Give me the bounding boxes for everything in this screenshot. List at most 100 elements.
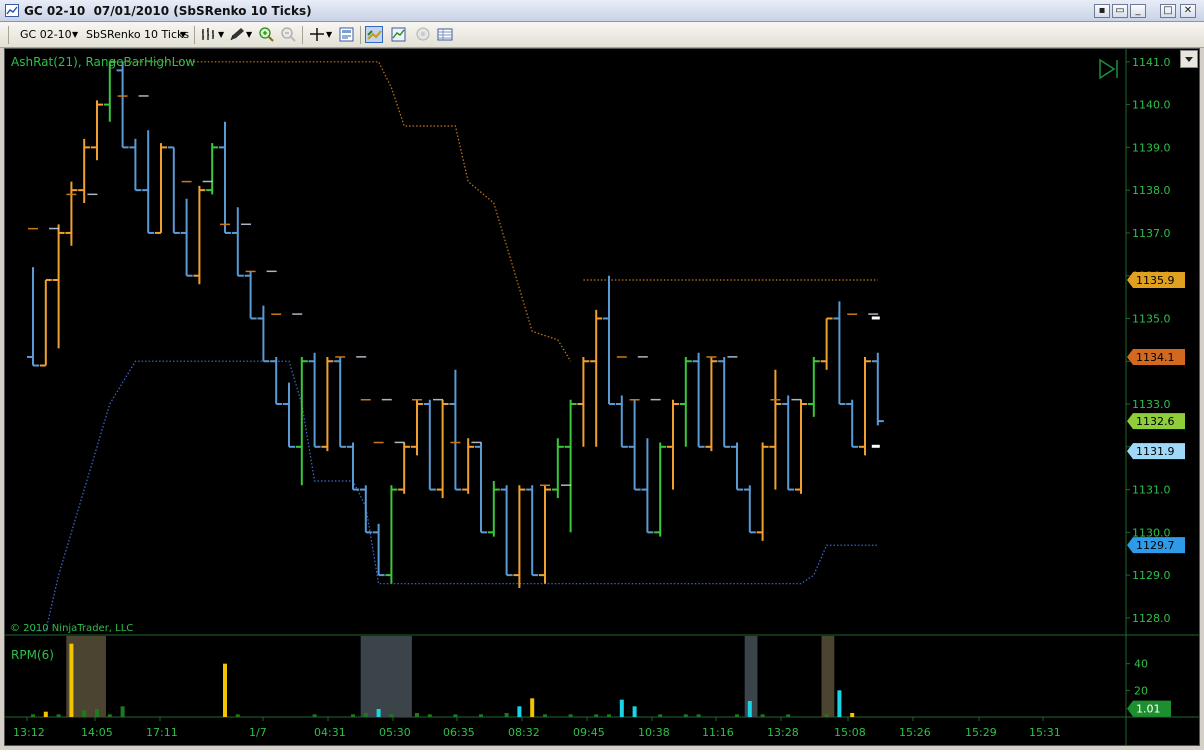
- ohlc-bar: [244, 271, 257, 320]
- ohlc-bar: [769, 369, 782, 490]
- rpm-bar: [850, 713, 855, 717]
- price-tick-label: 1131.0: [1132, 484, 1171, 497]
- rpm-bar: [735, 714, 739, 717]
- chart-area[interactable]: 1141.01140.01139.01138.01137.01136.01135…: [4, 48, 1200, 746]
- ohlc-bar: [334, 356, 347, 448]
- time-tick-label: 17:11: [146, 726, 178, 739]
- time-tick-label: 08:32: [508, 726, 540, 739]
- bar-type-selector[interactable]: SbSRenko 10 Ticks: [86, 28, 189, 41]
- price-tick-label: 1139.0: [1132, 141, 1171, 154]
- rpm-bar: [517, 706, 522, 717]
- indicator-icon[interactable]: [390, 26, 408, 43]
- price-tick-label: 1129.0: [1132, 569, 1171, 582]
- rpm-bar: [479, 714, 483, 717]
- ohlc-bar: [78, 138, 91, 203]
- ohlc-bar: [846, 399, 859, 448]
- time-tick-label: 1/7: [249, 726, 267, 739]
- ohlc-bar: [475, 442, 487, 534]
- price-tag-text: 1132.6: [1136, 415, 1175, 428]
- rpm-bar: [235, 714, 240, 717]
- data-box-icon[interactable]: [365, 26, 383, 43]
- properties-icon[interactable]: [338, 26, 356, 43]
- price-tag-text: 1131.9: [1136, 445, 1175, 458]
- price-tick-label: 1128.0: [1132, 612, 1171, 625]
- rpm-bar: [56, 714, 61, 717]
- price-chart[interactable]: 1141.01140.01139.01138.01137.01136.01135…: [5, 49, 1199, 745]
- last-price-marker: [871, 316, 880, 320]
- ohlc-bar: [193, 185, 206, 285]
- ohlc-bar: [539, 485, 551, 584]
- ohlc-bar: [603, 275, 615, 406]
- rpm-bar: [389, 714, 394, 717]
- last-price-marker: [871, 444, 880, 448]
- ohlc-bar: [27, 267, 39, 367]
- rpm-bar: [223, 663, 227, 717]
- zoom-in-icon[interactable]: [258, 26, 276, 43]
- bar-style-icon[interactable]: [200, 26, 218, 43]
- rpm-bar: [69, 643, 74, 717]
- rpm-highlight: [821, 636, 835, 717]
- time-tick-label: 15:29: [965, 726, 997, 739]
- rpm-bar: [453, 714, 458, 717]
- restore-icon[interactable]: ▪: [1094, 4, 1110, 18]
- time-tick-label: 13:28: [767, 726, 799, 739]
- ohlc-bar: [820, 317, 833, 370]
- price-tag-text: 1135.9: [1136, 274, 1175, 287]
- ohlc-bar: [692, 352, 705, 448]
- rpm-bar: [427, 714, 432, 717]
- tile-icon[interactable]: ▭: [1112, 4, 1128, 18]
- ohlc-bar: [65, 181, 78, 246]
- rpm-bar: [619, 699, 624, 717]
- ohlc-bar: [641, 438, 654, 534]
- rpm-bar: [607, 714, 611, 717]
- maximize-button[interactable]: □: [1160, 4, 1176, 18]
- time-tick-label: 15:31: [1029, 726, 1061, 739]
- ohlc-bar: [628, 399, 641, 491]
- close-button[interactable]: ✕: [1180, 4, 1196, 18]
- ohlc-bar: [91, 100, 103, 161]
- strategy-icon[interactable]: [414, 26, 432, 43]
- price-tick-label: 1140.0: [1132, 99, 1171, 112]
- rpm-bar: [747, 701, 752, 717]
- crosshair-icon[interactable]: [308, 26, 326, 43]
- drawing-tool-icon[interactable]: [228, 26, 246, 43]
- rpm-bar: [594, 714, 599, 717]
- minimize-button[interactable]: _: [1130, 4, 1146, 18]
- rpm-bar: [415, 713, 419, 717]
- window-title: GC 02-10 07/01/2010 (SbSRenko 10 Ticks): [24, 4, 312, 18]
- rpm-bar: [31, 714, 35, 717]
- rpm-value-tag: 1.01: [1127, 700, 1171, 717]
- ohlc-bar: [718, 356, 731, 448]
- rpm-bar: [683, 714, 688, 717]
- ohlc-bar: [577, 356, 590, 447]
- chevron-down-icon[interactable]: ▼: [72, 30, 78, 39]
- ohlc-bar: [436, 399, 449, 499]
- price-tick-label: 1141.0: [1132, 56, 1171, 69]
- grid-icon[interactable]: [436, 26, 454, 43]
- time-tick-label: 13:12: [13, 726, 45, 739]
- time-tick-label: 04:31: [314, 726, 346, 739]
- rpm-bar: [351, 714, 355, 717]
- price-tag-text: 1129.7: [1136, 539, 1175, 552]
- ohlc-bar: [667, 399, 679, 490]
- chevron-down-icon[interactable]: ▼: [246, 30, 252, 39]
- ohlc-bar: [308, 352, 321, 448]
- ohlc-bar: [859, 356, 871, 456]
- rpm-bar: [530, 698, 535, 717]
- play-icon[interactable]: [1098, 58, 1120, 80]
- instrument-selector[interactable]: GC 02-10: [20, 28, 72, 41]
- ohlc-bar: [500, 485, 513, 577]
- chevron-down-icon[interactable]: ▼: [326, 30, 332, 39]
- chart-panel-toggle[interactable]: [1180, 50, 1198, 68]
- chevron-down-icon[interactable]: ▼: [218, 30, 224, 39]
- ohlc-bar: [385, 485, 398, 584]
- ohlc-bar: [411, 399, 423, 456]
- ohlc-bar: [782, 395, 795, 491]
- ohlc-bar: [526, 485, 539, 577]
- chevron-down-icon[interactable]: ▼: [180, 30, 186, 39]
- zoom-out-icon[interactable]: [280, 26, 298, 43]
- rpm-bar: [363, 713, 368, 717]
- time-tick-label: 15:26: [899, 726, 931, 739]
- rpm-bar: [543, 714, 547, 717]
- price-tag: 1132.6: [1127, 413, 1185, 430]
